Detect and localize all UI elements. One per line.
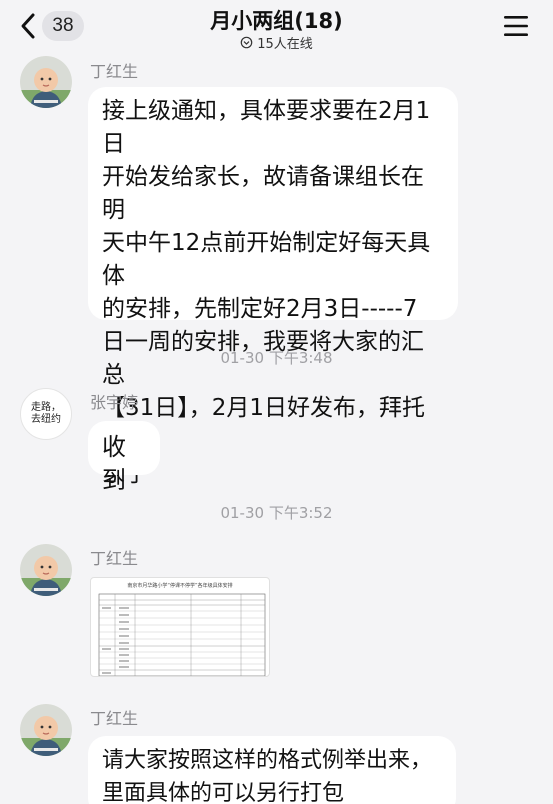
baby-avatar-icon (20, 544, 72, 596)
baby-avatar-icon (20, 704, 72, 756)
avatar[interactable] (20, 56, 72, 108)
chat-header: 38 月小两组(18) 15人在线 (0, 0, 553, 58)
document-table-graphic (98, 593, 266, 676)
avatar[interactable] (20, 544, 72, 596)
online-status: 15人在线 (0, 33, 553, 52)
avatar[interactable]: 走路， 去纽约 (20, 388, 72, 440)
sender-name: 丁红生 (90, 62, 139, 81)
sender-name: 丁红生 (90, 549, 139, 568)
message-line: 收到 (102, 433, 126, 494)
sender-name: 张宇婷 (90, 393, 139, 412)
message-bubble[interactable]: 请大家按照这样的格式例举出来， 里面具体的可以另行打包 (88, 736, 456, 804)
sender-name: 丁红生 (90, 709, 139, 728)
online-status-icon (240, 36, 253, 49)
baby-avatar-icon (20, 56, 72, 108)
message-bubble[interactable]: 接上级通知，具体要求要在2月1日 开始发给家长，故请备课组长在明 天中午12点前… (88, 87, 458, 487)
timestamp: 01-30 下午3:52 (220, 504, 333, 522)
avatar-text-line: 去纽约 (31, 414, 61, 425)
message-line: 接上级通知，具体要求要在2月1日 (102, 98, 431, 157)
message-line: 里面具体的可以另行打包 (102, 781, 345, 804)
avatar[interactable] (20, 704, 72, 756)
menu-icon[interactable] (503, 14, 529, 38)
message-line: 的安排，先制定好2月3日-----7 (102, 296, 418, 322)
message-bubble[interactable]: 收到 (88, 421, 160, 494)
avatar-text-line: 走路， (31, 402, 61, 413)
document-image[interactable]: 南京市月华路小学“停课不停学”各年级具体安排 (90, 577, 270, 677)
message-line: 开始发给家长，故请备课组长在明 (102, 164, 424, 223)
chat-title: 月小两组(18) (210, 9, 343, 33)
online-count-text: 15人在线 (257, 37, 313, 52)
timestamp: 01-30 下午3:48 (220, 349, 333, 367)
message-line: 天中午12点前开始制定好每天具体 (102, 230, 431, 289)
message-line: 请大家按照这样的格式例举出来， (102, 748, 433, 773)
